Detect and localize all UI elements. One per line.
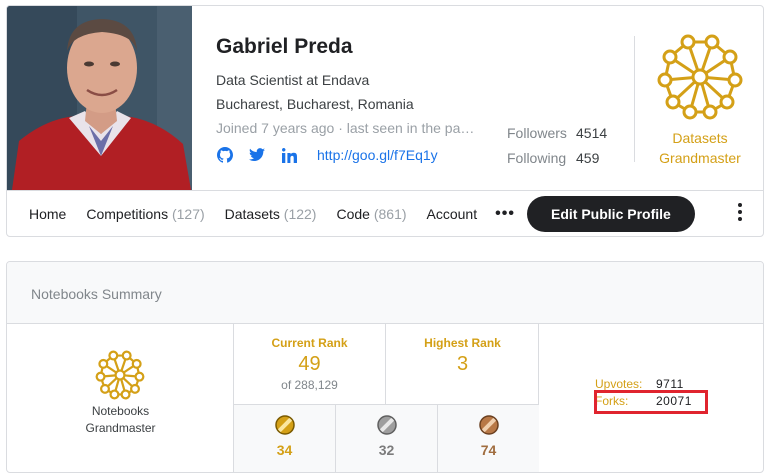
github-icon[interactable] — [216, 146, 234, 164]
profile-card: Gabriel Preda Data Scientist at Endava B… — [6, 5, 764, 237]
edit-profile-button[interactable]: Edit Public Profile — [526, 195, 695, 232]
upvotes-value: 9711 — [656, 377, 684, 391]
forks-highlight-box — [594, 390, 708, 414]
profile-photo[interactable] — [7, 6, 192, 190]
notebooks-tier: Notebooks Grandmaster — [7, 324, 234, 472]
medal-counts: 34 32 74 — [234, 404, 539, 472]
nav-code-count: (861) — [373, 205, 407, 222]
votes-stats: Upvotes: 9711 Forks: 20071 — [539, 324, 763, 472]
linkedin-icon[interactable] — [280, 146, 298, 164]
sum-tier-line2: Grandmaster — [85, 421, 156, 435]
highest-rank-value: 3 — [456, 353, 469, 375]
more-tabs-button[interactable]: ••• — [487, 205, 527, 223]
follow-stats: Followers 4514 Following 459 — [507, 121, 607, 171]
highest-rank-label: Highest Rank — [424, 336, 501, 350]
silver-medal-icon — [376, 415, 397, 435]
nav-datasets-count: (122) — [283, 205, 317, 222]
gold-medal: 34 — [234, 405, 336, 472]
profile-joined: Joined 7 years ago · last seen in the pa… — [216, 120, 481, 136]
highest-rank: Highest Rank 3 — [386, 324, 539, 404]
sum-tier-line1: Notebooks — [91, 404, 150, 418]
following-link[interactable]: Following 459 — [507, 146, 607, 171]
notebooks-tier-label: Notebooks Grandmaster — [7, 403, 234, 437]
nav-competitions-count: (127) — [171, 205, 205, 222]
twitter-icon[interactable] — [248, 146, 266, 164]
nav-competitions[interactable]: Competitions (127) — [76, 206, 214, 222]
followers-link[interactable]: Followers 4514 — [507, 121, 607, 146]
profile-title: Data Scientist at Endava — [216, 72, 370, 88]
upvotes-stat: Upvotes: 9711 — [595, 377, 684, 391]
current-rank: Current Rank 49 of 288,129 — [234, 324, 386, 404]
kebab-menu-icon[interactable] — [737, 203, 743, 223]
nav-account-label: Account — [426, 205, 478, 222]
datasets-tier-badge: Datasets Grandmaster — [635, 6, 763, 190]
summary-title: Notebooks Summary — [31, 286, 162, 302]
bronze-medal: 74 — [438, 405, 539, 472]
datasets-tier-label: Datasets Grandmaster — [635, 128, 763, 168]
current-rank-value: 49 — [298, 353, 321, 375]
current-rank-label: Current Rank — [271, 336, 348, 350]
profile-photo-image — [7, 6, 192, 190]
bronze-medal-icon — [478, 415, 499, 435]
notebooks-summary-card: Notebooks Summary Notebooks Grandmaster … — [6, 261, 764, 473]
profile-name: Gabriel Preda — [216, 35, 353, 58]
summary-header: Notebooks Summary — [7, 262, 763, 324]
nav-home[interactable]: Home — [7, 206, 76, 222]
rank-section: Current Rank 49 of 288,129 Highest Rank … — [234, 324, 539, 472]
nav-datasets[interactable]: Datasets (122) — [215, 206, 327, 222]
gold-medal-count: 34 — [276, 442, 293, 458]
following-label: Following — [507, 150, 567, 166]
grandmaster-icon — [95, 350, 145, 400]
current-rank-total: of 288,129 — [281, 378, 338, 392]
tier-label-line2: Grandmaster — [659, 150, 741, 166]
grandmaster-icon — [657, 34, 743, 120]
profile-nav: Home Competitions (127) Datasets (122) C… — [7, 190, 763, 236]
silver-medal: 32 — [336, 405, 438, 472]
nav-competitions-label: Competitions — [86, 205, 169, 222]
bronze-medal-count: 74 — [480, 442, 497, 458]
followers-count: 4514 — [576, 125, 608, 141]
upvotes-label: Upvotes: — [595, 377, 643, 391]
gold-medal-icon — [274, 415, 295, 435]
social-links: http://goo.gl/f7Eq1y — [216, 146, 438, 164]
profile-info: Gabriel Preda Data Scientist at Endava B… — [216, 6, 636, 190]
followers-label: Followers — [507, 125, 567, 141]
nav-datasets-label: Datasets — [224, 205, 280, 222]
nav-code[interactable]: Code (861) — [326, 206, 416, 222]
nav-home-label: Home — [29, 205, 67, 222]
following-count: 459 — [576, 150, 600, 166]
silver-medal-count: 32 — [378, 442, 395, 458]
nav-code-label: Code — [336, 205, 370, 222]
tier-label-line1: Datasets — [672, 130, 728, 146]
profile-location: Bucharest, Bucharest, Romania — [216, 96, 414, 112]
website-link[interactable]: http://goo.gl/f7Eq1y — [317, 147, 438, 163]
nav-account[interactable]: Account — [417, 206, 488, 222]
